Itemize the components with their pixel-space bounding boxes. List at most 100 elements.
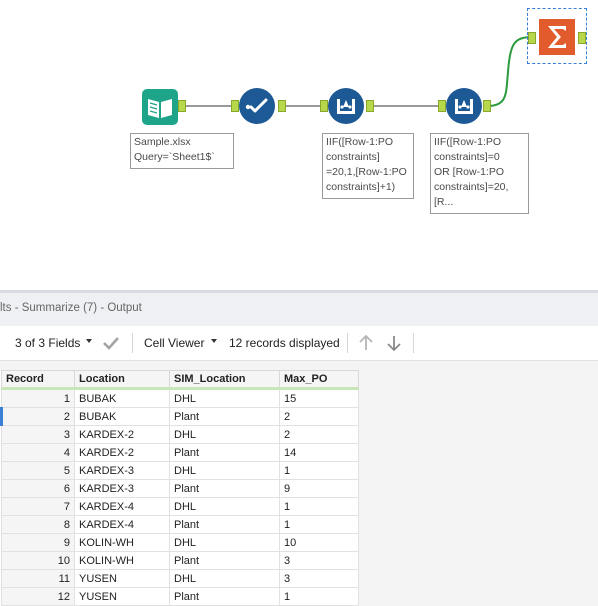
table-cell[interactable]: 1 [279,587,359,606]
table-cell[interactable]: DHL [169,461,280,480]
record-number-cell[interactable]: 6 [1,479,75,498]
table-row[interactable]: 4 KARDEX-2 Plant 14 [1,443,359,462]
table-cell[interactable]: DHL [169,497,280,516]
table-row[interactable]: 1 BUBAK DHL 15 [1,388,359,408]
multi-row-formula-icon [455,99,473,114]
table-cell[interactable]: Plant [169,551,280,570]
output-anchor[interactable] [278,100,286,112]
table-cell[interactable]: 3 [279,569,359,588]
records-count: 12 records displayed [229,336,340,350]
table-cell[interactable]: Plant [169,515,280,534]
table-cell[interactable]: KOLIN-WH [74,551,170,570]
record-number-cell[interactable]: 10 [1,551,75,570]
table-cell[interactable]: 9 [279,479,359,498]
record-number-cell[interactable]: 1 [1,388,75,408]
record-number-cell[interactable]: 4 [1,443,75,462]
output-anchor[interactable] [483,100,491,112]
arrow-down-icon[interactable] [386,334,402,352]
table-cell[interactable]: YUSEN [74,569,170,588]
multi-row-formula-tool-2[interactable] [446,88,482,124]
table-cell[interactable]: 1 [279,497,359,516]
table-cell[interactable]: BUBAK [74,407,170,426]
table-cell[interactable]: 1 [279,515,359,534]
chevron-down-icon[interactable] [211,339,217,343]
connection-line [178,105,232,107]
multi-row-formula-tool-1[interactable] [328,88,364,124]
record-number-cell[interactable]: 2 [0,407,75,426]
table-cell[interactable]: KARDEX-2 [74,443,170,462]
table-cell[interactable]: 15 [279,388,359,408]
tool-annotation: IIF([Row-1:PO constraints] =20,1,[Row-1:… [322,133,414,199]
table-cell[interactable]: 2 [279,407,359,426]
table-cell[interactable]: Plant [169,587,280,606]
input-anchor[interactable] [231,100,239,112]
table-cell[interactable]: DHL [169,533,280,552]
table-row[interactable]: 2 BUBAK Plant 2 [0,407,359,426]
output-anchor[interactable] [366,100,374,112]
column-header[interactable]: Record [1,370,75,390]
record-number-cell[interactable]: 5 [1,461,75,480]
checkmark-icon[interactable] [102,335,120,351]
table-cell[interactable]: DHL [169,425,280,444]
table-cell[interactable]: KARDEX-2 [74,425,170,444]
table-row[interactable]: 7 KARDEX-4 DHL 1 [1,497,359,516]
results-toolbar: 3 of 3 Fields Cell Viewer 12 records dis… [0,326,598,361]
input-anchor[interactable] [528,32,536,44]
record-number-cell[interactable]: 12 [1,587,75,606]
record-number-cell[interactable]: 11 [1,569,75,588]
table-cell[interactable]: DHL [169,388,280,408]
record-number-cell[interactable]: 8 [1,515,75,534]
fields-dropdown[interactable]: 3 of 3 Fields [15,336,80,350]
record-number-cell[interactable]: 3 [1,425,75,444]
table-cell[interactable]: KARDEX-3 [74,479,170,498]
table-row[interactable]: 9 KOLIN-WH DHL 10 [1,533,359,552]
cell-viewer-dropdown[interactable]: Cell Viewer [144,336,204,350]
chevron-down-icon[interactable] [86,339,92,343]
tool-annotation: IIF([Row-1:PO constraints]=0 OR [Row-1:P… [430,133,529,214]
table-cell[interactable]: Plant [169,479,280,498]
table-cell[interactable]: 10 [279,533,359,552]
table-cell[interactable]: BUBAK [74,388,170,408]
table-cell[interactable]: Plant [169,443,280,462]
table-cell[interactable]: KARDEX-4 [74,497,170,516]
table-cell[interactable]: KARDEX-4 [74,515,170,534]
output-anchor[interactable] [578,32,586,44]
input-data-tool[interactable] [141,88,179,126]
table-cell[interactable]: Plant [169,407,280,426]
table-row[interactable]: 11 YUSEN DHL 3 [1,569,359,588]
input-anchor[interactable] [320,100,328,112]
table-cell[interactable]: KOLIN-WH [74,533,170,552]
table-cell[interactable]: KARDEX-3 [74,461,170,480]
table-row[interactable]: 10 KOLIN-WH Plant 3 [1,551,359,570]
table-cell[interactable]: 1 [279,461,359,480]
record-number-cell[interactable]: 7 [1,497,75,516]
select-icon [245,98,268,113]
table-cell[interactable]: 3 [279,551,359,570]
table-row[interactable]: 5 KARDEX-3 DHL 1 [1,461,359,480]
table-row[interactable]: 12 YUSEN Plant 1 [1,587,359,606]
toolbar-divider [413,333,414,353]
column-header[interactable]: SIM_Location [169,370,280,390]
results-title-bar: lts - Summarize (7) - Output [0,290,598,326]
table-cell[interactable]: 2 [279,425,359,444]
select-tool[interactable] [239,88,275,124]
input-data-icon [142,89,178,125]
results-grid: Record Location SIM_Location Max_PO 1 BUB… [0,370,359,606]
table-row[interactable]: 8 KARDEX-4 Plant 1 [1,515,359,534]
tool-annotation: Sample.xlsx Query=`Sheet1$` [130,133,234,169]
table-row[interactable]: 3 KARDEX-2 DHL 2 [1,425,359,444]
grid-header-row: Record Location SIM_Location Max_PO [1,370,359,390]
summarize-tool[interactable] [527,8,587,64]
table-cell[interactable]: YUSEN [74,587,170,606]
table-row[interactable]: 6 KARDEX-3 Plant 9 [1,479,359,498]
input-anchor[interactable] [438,100,446,112]
table-cell[interactable]: DHL [169,569,280,588]
output-anchor[interactable] [178,100,186,112]
column-header[interactable]: Location [74,370,170,390]
record-number-cell[interactable]: 9 [1,533,75,552]
workflow-canvas[interactable]: Sample.xlsx Query=`Sheet1$` IIF([Row-1:P… [0,0,598,290]
arrow-up-icon[interactable] [358,334,374,352]
table-cell[interactable]: 14 [279,443,359,462]
toolbar-divider [132,333,133,353]
column-header[interactable]: Max_PO [279,370,359,390]
